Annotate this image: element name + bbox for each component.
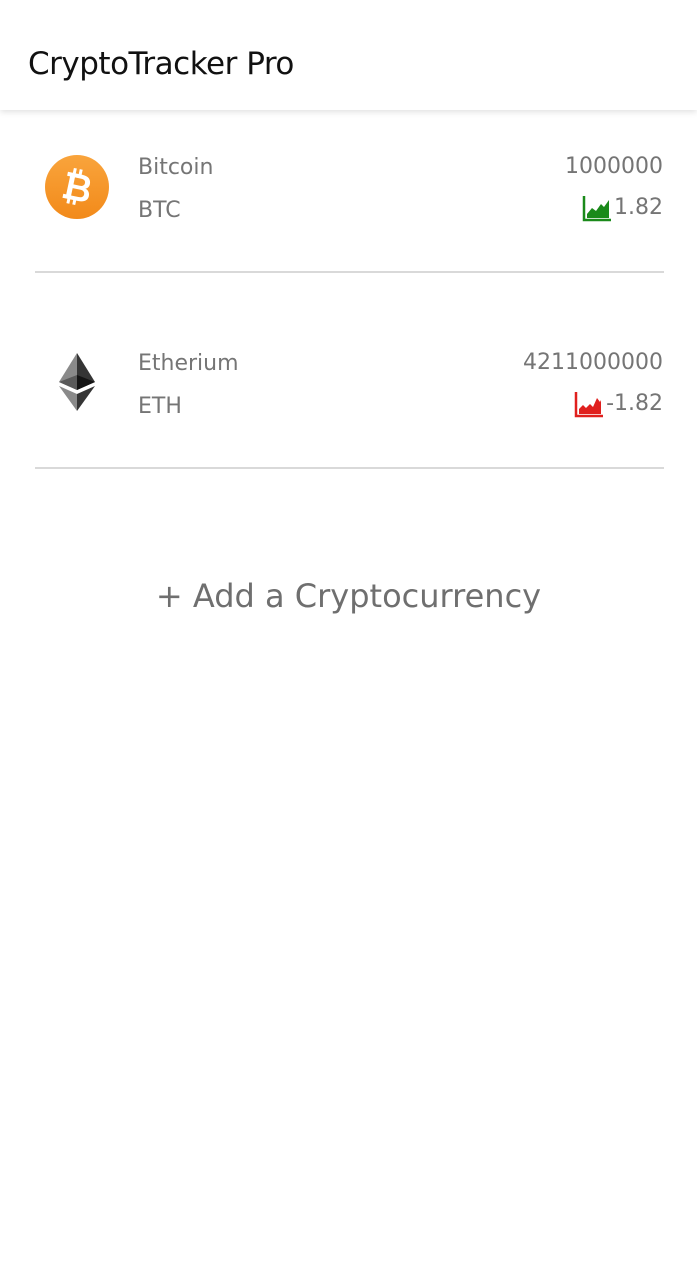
coin-list: Bitcoin BTC 1000000 1.82 Etherium ETH 42… [0, 110, 697, 502]
coin-name: Etherium [138, 351, 239, 376]
bitcoin-logo-icon [45, 155, 109, 219]
coin-change: 1.82 [582, 194, 663, 222]
area-chart-up-icon [582, 196, 612, 222]
divider [35, 271, 664, 273]
divider [35, 467, 664, 469]
add-cryptocurrency-button[interactable]: + Add a Cryptocurrency [0, 574, 697, 618]
app-bar: CryptoTracker Pro [0, 0, 697, 110]
coin-price: 4211000000 [523, 350, 663, 375]
coin-name: Bitcoin [138, 155, 214, 180]
change-value: -1.82 [606, 391, 663, 416]
app-title: CryptoTracker Pro [28, 46, 294, 82]
ethereum-logo-icon [59, 353, 95, 411]
coin-price: 1000000 [565, 154, 663, 179]
coin-change: -1.82 [574, 390, 663, 418]
app-screen: CryptoTracker Pro Bitcoin BTC 1000000 1.… [0, 0, 697, 1280]
coin-symbol: BTC [138, 198, 181, 223]
coin-row-bitcoin[interactable]: Bitcoin BTC 1000000 1.82 [0, 110, 697, 306]
area-chart-down-icon [574, 392, 604, 418]
coin-row-ethereum[interactable]: Etherium ETH 4211000000 -1.82 [0, 306, 697, 502]
coin-symbol: ETH [138, 394, 182, 419]
change-value: 1.82 [614, 195, 663, 220]
